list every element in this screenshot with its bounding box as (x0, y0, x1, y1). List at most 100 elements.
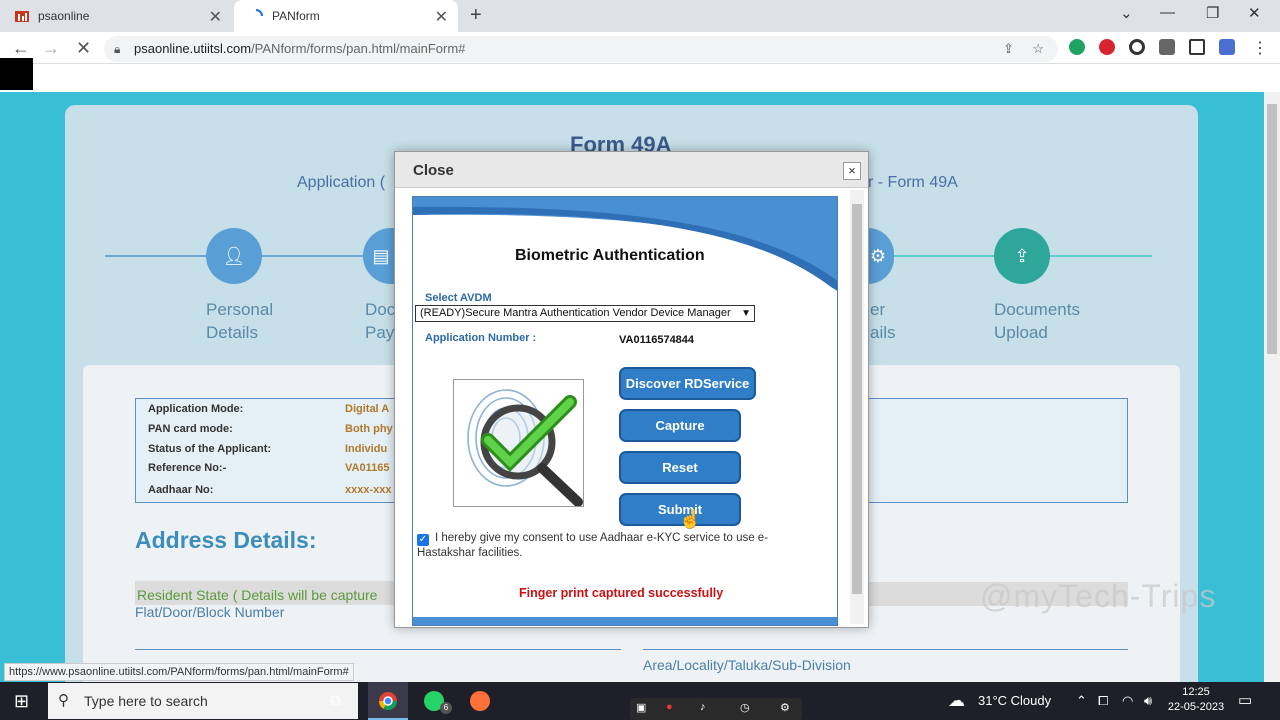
lock-icon: 🔒︎ (114, 42, 121, 56)
subtitle-right: r - Form 49A (868, 174, 958, 191)
opera-extension-icon[interactable] (1099, 39, 1115, 55)
area-locality-label: Area/Locality/Taluka/Sub-Division (643, 657, 851, 673)
wifi-icon[interactable]: ◠ (1122, 682, 1133, 720)
modal-scrollbar[interactable] (850, 190, 864, 624)
restore-icon[interactable]: ❐ (1206, 4, 1219, 22)
step-documents-upload[interactable]: ⇪ (994, 228, 1050, 284)
info-label: Status of the Applicant: (148, 443, 272, 455)
input-underline[interactable] (135, 649, 621, 650)
reset-button[interactable]: Reset (619, 451, 741, 484)
address-details-heading: Address Details: (135, 527, 317, 553)
chevron-down-icon: ▼ (741, 308, 751, 319)
url-path: /PANform/forms/pan.html/mainForm# (251, 41, 466, 56)
taskbar-clock[interactable]: 12:25 22-05-2023 (1163, 685, 1229, 715)
modal-header: Close × (395, 152, 868, 188)
grammarly-extension-icon[interactable] (1069, 39, 1085, 55)
extensions-puzzle-icon[interactable] (1159, 39, 1175, 55)
stop-icon[interactable]: ✕ (76, 38, 91, 59)
close-window-icon[interactable]: ✕ (1248, 4, 1261, 22)
avdm-select[interactable]: (READY)Secure Mantra Authentication Vend… (415, 305, 755, 322)
sync-extension-icon[interactable] (1129, 39, 1145, 55)
profile-extension-icon[interactable] (1219, 39, 1235, 55)
modal-close-button[interactable]: × (843, 162, 861, 180)
tab-psaonline[interactable]: psaonline ✕ (0, 0, 232, 32)
tab-label: psaonline (38, 9, 90, 23)
info-label: Aadhaar No: (148, 484, 214, 496)
tab-bar: psaonline ✕ PANform ✕ + ⌄ — ❐ ✕ (0, 0, 1280, 32)
task-view-icon[interactable]: ⧉ (330, 682, 341, 720)
avdm-selected-value: (READY)Secure Mantra Authentication Vend… (420, 307, 731, 319)
url-field[interactable]: 🔒︎ psaonline.utiitsl.com/PANform/forms/p… (104, 36, 1058, 62)
network-device-icon[interactable]: ⧠ (1098, 682, 1108, 720)
tab-search-chevron-icon[interactable]: ⌄ (1120, 4, 1133, 22)
chrome-icon (379, 692, 397, 711)
timer-icon[interactable]: ◷ (740, 701, 750, 714)
minimize-icon[interactable]: — (1160, 4, 1175, 21)
biometric-modal: Close × Biometric Authentication Select … (394, 151, 869, 628)
modal-title: Close (413, 162, 454, 179)
application-number-value: VA0116574844 (619, 334, 695, 346)
scrollbar-thumb[interactable] (1267, 104, 1277, 354)
input-underline[interactable] (643, 649, 1128, 650)
step-label-personal: Personal Details (206, 300, 274, 342)
status-bar-url: https://www.psaonline.utiitsl.com/PANfor… (4, 663, 354, 681)
loading-spinner-icon (255, 9, 263, 17)
consent-text: I hereby give my consent to use Aadhaar … (417, 532, 769, 559)
consent-row: ✓ I hereby give my consent to use Aadhaar… (417, 531, 817, 560)
share-icon[interactable]: ⇪ (1003, 36, 1014, 62)
search-placeholder: Type here to search (84, 693, 208, 709)
biometric-frame: Biometric Authentication Select AVDM (RE… (412, 196, 838, 626)
step-label-upload: Documents Upload (994, 300, 1080, 342)
info-value: Individu (345, 443, 388, 455)
info-label: Application Mode: (148, 403, 244, 415)
upload-icon: ⇪ (1014, 246, 1030, 266)
whatsapp-badge: 6 (440, 702, 452, 714)
new-tab-icon[interactable]: + (470, 4, 482, 27)
info-value: VA01165 (345, 462, 390, 474)
volume-icon[interactable]: 🔊︎ (1144, 682, 1152, 720)
search-icon: ⚲ (58, 692, 69, 709)
menu-kebab-icon[interactable]: ⋮ (1252, 38, 1268, 58)
resident-state-label: Resident State ( Details will be capture (135, 581, 425, 605)
cloudy-weather-icon: ☁ (948, 691, 965, 710)
info-value: xxxx-xxx (345, 484, 392, 496)
step-label-other: er ails (870, 300, 896, 342)
notification-icon[interactable]: ▭ (1238, 682, 1252, 720)
page-scrollbar[interactable] (1264, 92, 1280, 682)
taskbar-search-box[interactable]: ⚲ Type here to search (48, 683, 358, 719)
record-icon[interactable]: ● (666, 701, 673, 713)
capture-button[interactable]: Capture (619, 409, 741, 442)
forward-icon[interactable]: → (42, 38, 60, 59)
weather-text[interactable]: 31°C Cloudy (978, 682, 1051, 720)
tray-chevron-icon[interactable]: ⌃ (1076, 682, 1087, 720)
watermark: @myTech-Trips (980, 578, 1217, 614)
application-number-label: Application Number : (425, 332, 537, 344)
step-personal-details[interactable]: 👤︎ (206, 228, 262, 284)
biometric-heading: Biometric Authentication (515, 247, 705, 264)
modal-scrollbar-thumb[interactable] (852, 204, 862, 594)
redaction-box (0, 58, 33, 90)
step-document-payment[interactable]: ▤ (363, 228, 395, 284)
clock-date: 22-05-2023 (1167, 701, 1225, 713)
close-tab-icon[interactable]: ✕ (209, 7, 222, 27)
discover-rdservice-button[interactable]: Discover RDService (619, 367, 756, 400)
hand-cursor-icon: ☝ (679, 509, 702, 529)
chrome-taskbar-button[interactable] (368, 682, 408, 720)
bookmark-star-icon[interactable]: ☆ (1032, 36, 1044, 62)
tab-label: PANform (272, 9, 320, 23)
close-tab-icon[interactable]: ✕ (435, 7, 448, 27)
back-icon[interactable]: ← (12, 38, 30, 59)
flat-door-label: Flat/Door/Block Number (135, 604, 285, 620)
side-panel-icon[interactable] (1189, 39, 1205, 55)
microphone-icon[interactable]: ♪ (700, 701, 706, 713)
clock-time: 12:25 (1182, 686, 1210, 698)
tab-panform[interactable]: PANform ✕ (234, 0, 458, 32)
camera-icon[interactable]: ▣ (636, 701, 646, 714)
psa-favicon-icon (15, 11, 29, 22)
firefox-icon[interactable] (470, 691, 490, 711)
capture-success-message: Finger print captured successfully (519, 586, 724, 600)
recorder-settings-icon[interactable]: ⚙ (780, 701, 790, 714)
consent-checkbox[interactable]: ✓ (417, 534, 429, 546)
info-label: Reference No:- (148, 462, 227, 474)
windows-start-icon[interactable]: ⊞ (14, 682, 29, 720)
